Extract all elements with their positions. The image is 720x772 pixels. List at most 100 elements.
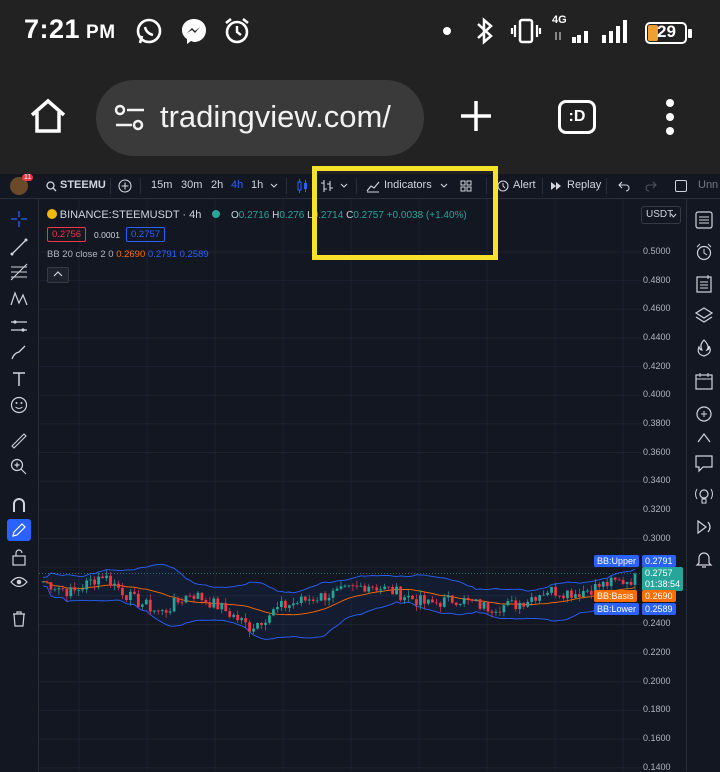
candle-body — [625, 581, 629, 584]
chevron-down-icon — [670, 213, 677, 218]
interval-30m[interactable]: 30m — [181, 179, 202, 191]
candle-body — [379, 589, 383, 591]
candle-body — [148, 599, 152, 612]
chart-type-dropdown-icon[interactable] — [340, 182, 348, 190]
candle-body — [280, 600, 283, 607]
stay-in-drawing-mode-button[interactable] — [7, 519, 31, 541]
price-axis-label: 0.3000 — [643, 532, 671, 543]
candle-body — [164, 610, 168, 613]
prediction-icon[interactable] — [9, 316, 29, 336]
candle-body — [272, 609, 275, 616]
lock-icon[interactable] — [9, 547, 29, 567]
symbol-title[interactable]: BINANCE:STEEMUSDT · 4h — [60, 209, 202, 221]
candle-body — [97, 576, 100, 585]
interval-2h[interactable]: 2h — [211, 179, 223, 191]
alert-button[interactable]: Alert — [513, 179, 536, 191]
buy-button[interactable]: 0.2757 — [126, 227, 166, 242]
interval-1h[interactable]: 1h — [251, 179, 263, 191]
candle-body — [268, 615, 271, 623]
candle-body — [442, 597, 446, 607]
bb-basis-value: 0.2690 — [116, 249, 146, 260]
watchlist-icon[interactable] — [694, 210, 714, 230]
interval-15m[interactable]: 15m — [151, 179, 172, 191]
candle-body — [136, 593, 140, 607]
candle-body — [446, 595, 450, 598]
price-axis-label: 0.1800 — [643, 704, 671, 715]
zoom-in-icon[interactable] — [9, 457, 29, 477]
candle-body — [196, 592, 200, 599]
interval-dropdown-icon[interactable] — [270, 182, 278, 190]
new-tab-icon[interactable] — [458, 98, 494, 134]
replay-icon[interactable] — [550, 180, 562, 192]
templates-icon[interactable] — [460, 180, 472, 192]
trend-line-icon[interactable] — [9, 237, 29, 257]
price-axis[interactable]: 0.5000 0.4800 0.4600 0.4400 0.4200 0.4000 0.38… — [641, 199, 685, 772]
site-settings-icon[interactable] — [114, 104, 146, 132]
indicators-button[interactable]: Indicators — [384, 179, 432, 191]
candle-body — [399, 586, 402, 601]
currency-select[interactable]: USDT — [641, 206, 681, 224]
candle-body — [518, 602, 522, 610]
fib-retracement-icon[interactable] — [9, 262, 29, 282]
layers-icon[interactable] — [694, 305, 714, 325]
indicators-icon[interactable] — [366, 179, 380, 193]
undo-icon[interactable] — [618, 180, 630, 192]
indicators-dropdown-icon[interactable] — [440, 182, 448, 190]
hotlist-flame-icon[interactable] — [694, 338, 714, 358]
brush-icon[interactable] — [9, 342, 29, 362]
address-bar[interactable]: tradingview.com/ — [96, 80, 424, 156]
candles-icon[interactable] — [296, 178, 310, 194]
sell-button[interactable]: 0.2756 — [47, 227, 87, 242]
candle-body — [160, 610, 164, 612]
compare-symbol-icon[interactable] — [118, 179, 132, 193]
candle-body — [89, 579, 93, 581]
crosshair-icon[interactable] — [9, 209, 29, 229]
candle-body — [45, 581, 49, 583]
trash-icon[interactable] — [9, 609, 29, 629]
layout-name-button[interactable]: Unn — [698, 179, 718, 191]
price-axis-label: 0.1600 — [643, 733, 671, 744]
candle-body — [41, 581, 45, 583]
bb-indicator-legend[interactable]: BB 20 close 2 0 0.2690 0.2791 0.2589 — [47, 249, 209, 260]
ruler-icon[interactable] — [9, 431, 29, 451]
bar-style-icon[interactable] — [320, 178, 334, 194]
pattern-icon[interactable] — [9, 289, 29, 309]
more-options-icon[interactable] — [662, 98, 678, 136]
notification-dot — [443, 27, 451, 35]
object-tree-icon[interactable] — [694, 274, 714, 294]
candle-body — [474, 599, 478, 601]
eye-icon[interactable] — [9, 572, 29, 592]
candle-body — [168, 611, 172, 613]
price-chart[interactable] — [39, 199, 641, 771]
bb-lower-value: 0.2589 — [179, 249, 209, 260]
layout-icon[interactable] — [675, 180, 687, 192]
text-icon[interactable] — [9, 369, 29, 389]
alert-icon[interactable] — [496, 179, 510, 193]
candle-body — [494, 611, 498, 613]
search-icon[interactable] — [46, 181, 57, 192]
emoji-icon[interactable] — [9, 395, 29, 415]
status-bar: 7:21 PM 4G 29 — [0, 0, 720, 66]
close-value: 0.2757 — [353, 210, 384, 221]
ideas-icon[interactable] — [694, 404, 714, 424]
chat-icon[interactable] — [694, 453, 714, 473]
minds-icon[interactable] — [694, 428, 714, 448]
symbol-search-button[interactable]: STEEMUS — [60, 179, 106, 191]
alarm-clock-icon[interactable] — [694, 242, 714, 262]
candle-body — [438, 603, 442, 607]
collapse-legend-button[interactable] — [47, 267, 69, 283]
home-icon[interactable] — [28, 96, 68, 136]
broadcast-icon[interactable] — [694, 517, 714, 537]
signals-icon[interactable] — [694, 485, 714, 505]
candle-body — [144, 599, 148, 605]
notifications-bell-icon[interactable] — [694, 549, 714, 569]
interval-4h[interactable]: 4h — [231, 179, 243, 191]
calendar-icon[interactable] — [694, 371, 714, 391]
candle-body — [216, 598, 220, 610]
tab-switcher-button[interactable]: :D — [558, 100, 596, 134]
replay-button[interactable]: Replay — [567, 179, 601, 191]
candle-body — [454, 602, 458, 606]
magnet-icon[interactable] — [9, 495, 29, 515]
candle-body — [367, 586, 371, 592]
redo-icon[interactable] — [645, 180, 657, 192]
